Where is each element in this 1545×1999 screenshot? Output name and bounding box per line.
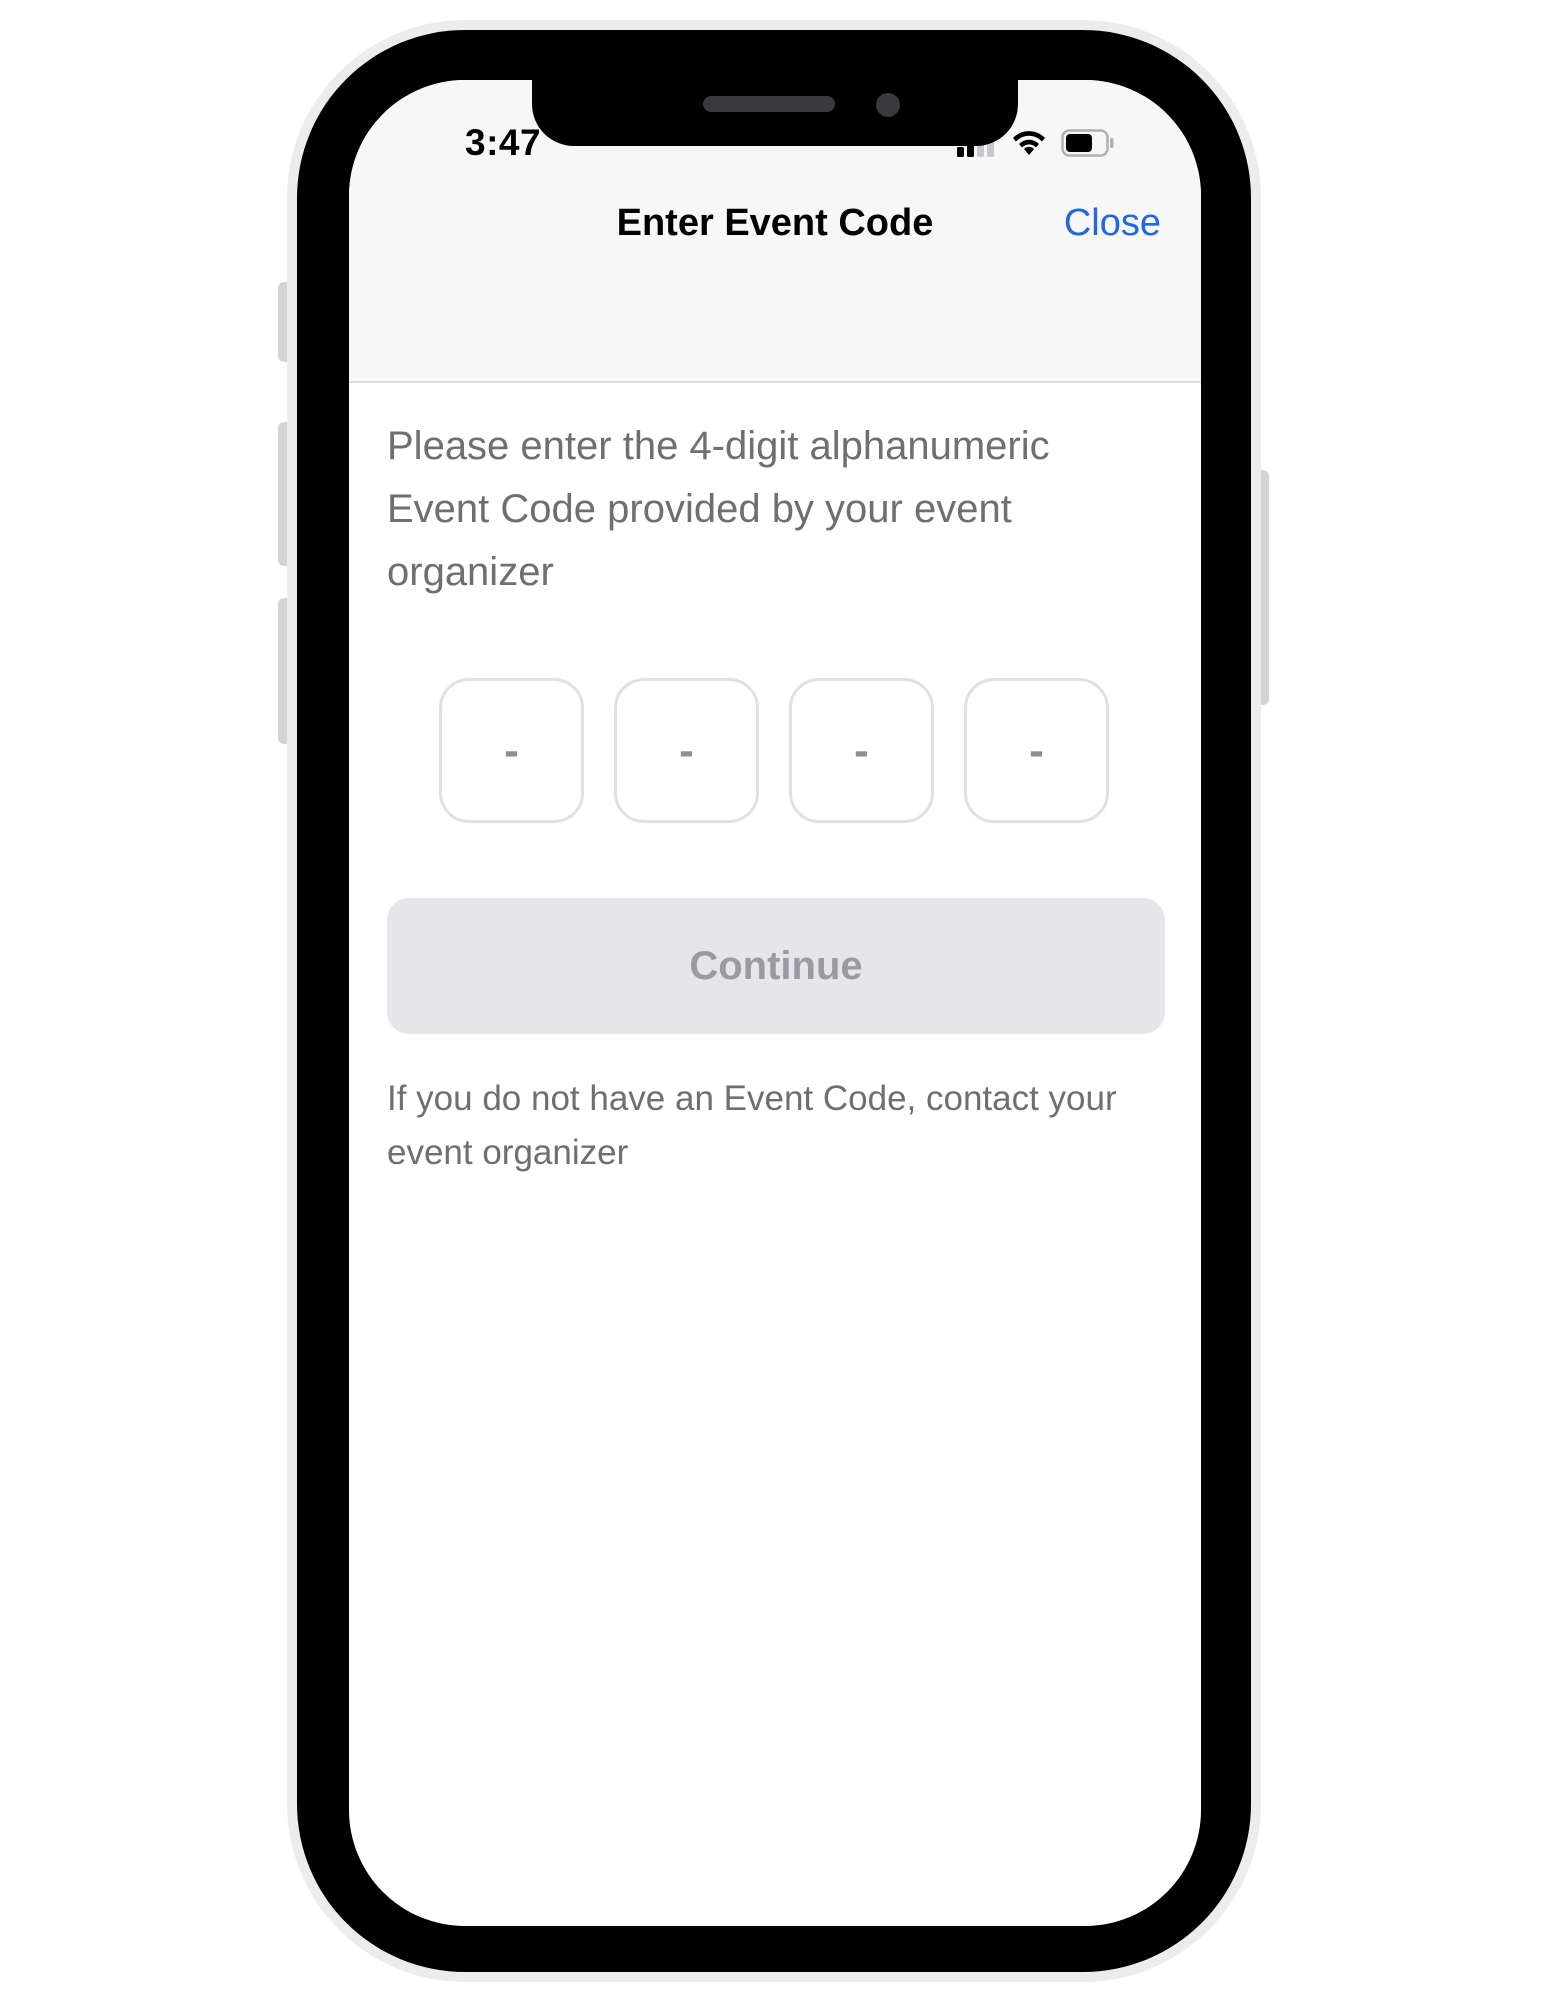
- event-code-digit-4[interactable]: -: [964, 678, 1109, 823]
- front-camera: [876, 93, 900, 117]
- status-time: 3:47: [465, 122, 542, 163]
- instructions-text: Please enter the 4-digit alphanumeric Ev…: [387, 424, 1050, 594]
- help-text: If you do not have an Event Code, contac…: [387, 1079, 1117, 1172]
- notch: [532, 80, 1018, 146]
- phone-screen: 3:47 Enter Event Code Close Please enter…: [349, 80, 1201, 1926]
- battery-icon: [1061, 128, 1115, 162]
- wifi-icon: [1011, 129, 1047, 162]
- continue-button[interactable]: Continue: [387, 898, 1165, 1034]
- speaker-grille: [703, 96, 835, 112]
- event-code-input-group: - - - -: [439, 678, 1109, 823]
- event-code-digit-1[interactable]: -: [439, 678, 584, 823]
- event-code-digit-3[interactable]: -: [789, 678, 934, 823]
- event-code-digit-2[interactable]: -: [614, 678, 759, 823]
- close-button[interactable]: Close: [1064, 202, 1161, 245]
